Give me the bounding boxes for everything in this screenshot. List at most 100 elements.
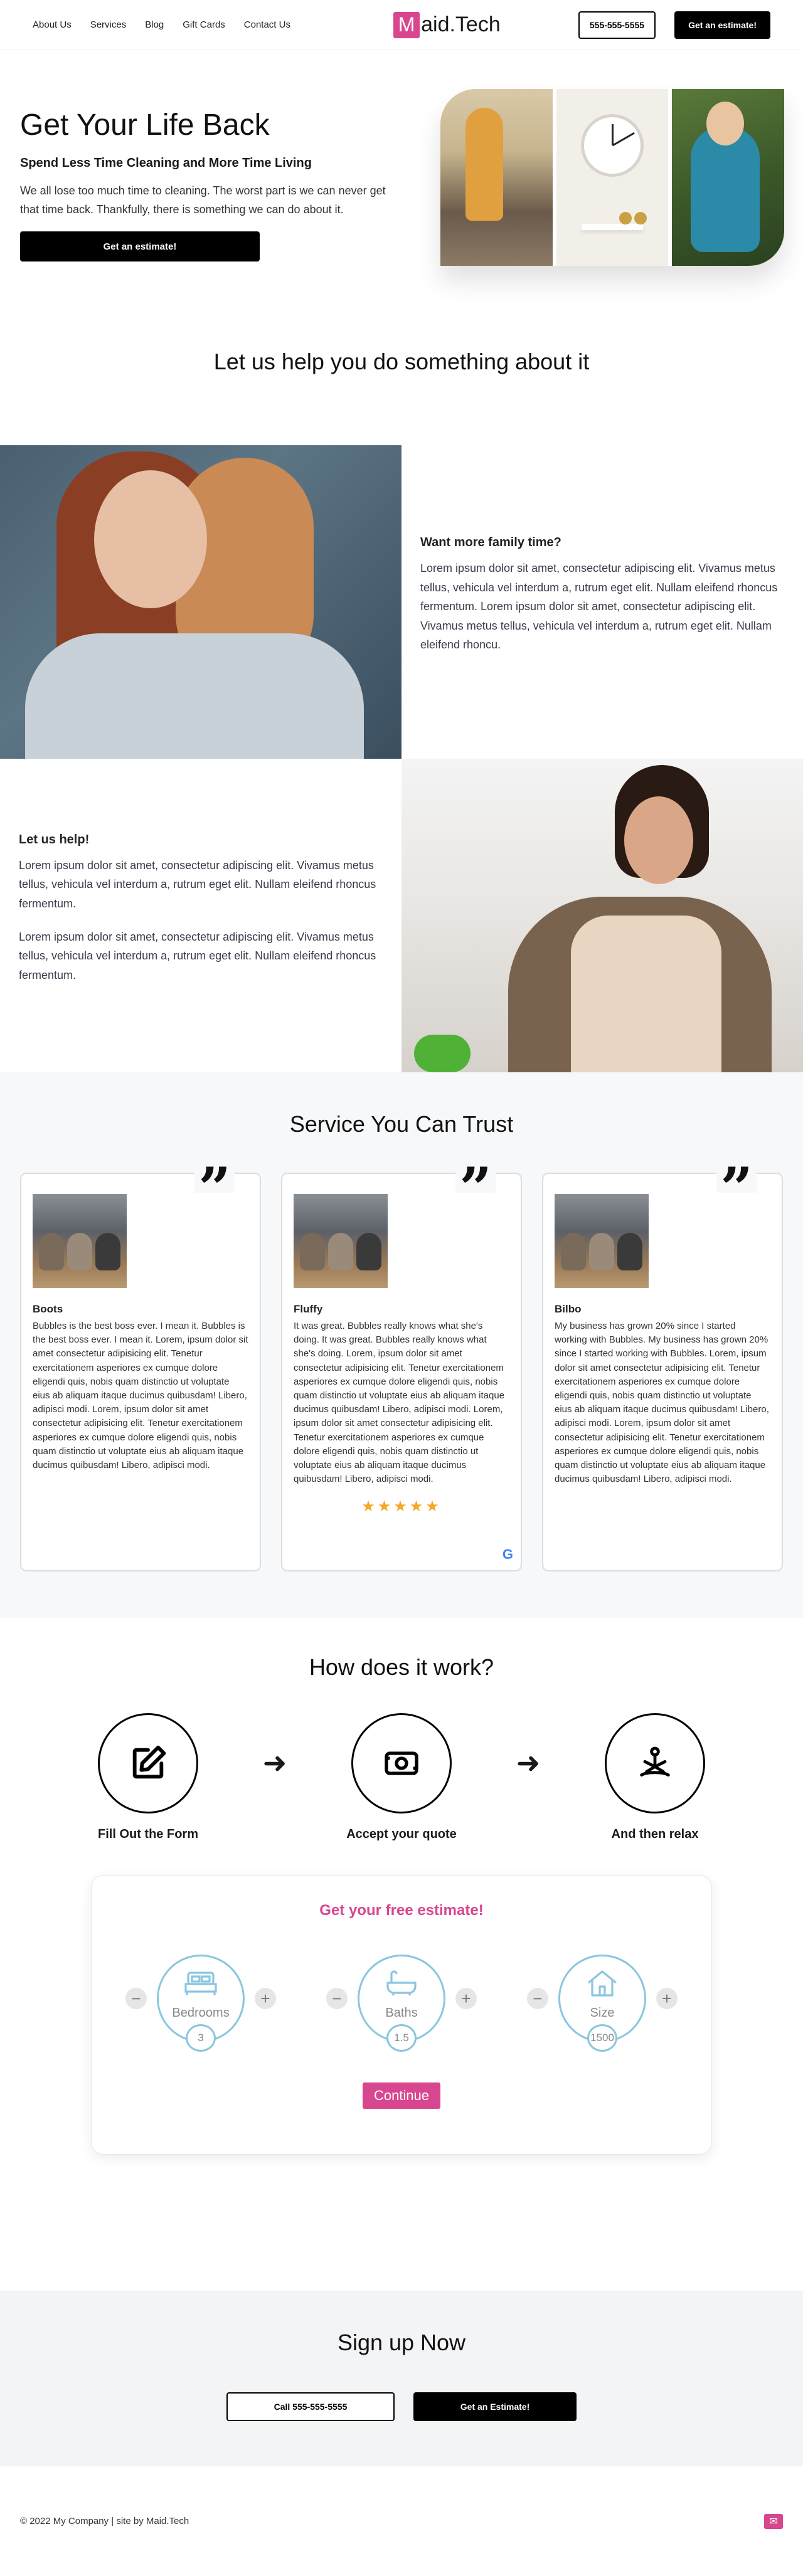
reviewer-name: Boots [33, 1303, 63, 1315]
hero-section: Get Your Life Back Spend Less Time Clean… [0, 50, 803, 301]
help-heading: Let us help! [19, 832, 90, 847]
mail-icon[interactable]: ✉ [764, 2513, 783, 2529]
testimonials-title: Service You Can Trust [289, 1111, 514, 1137]
star-rating: ★★★★★ [361, 1498, 442, 1516]
cat [328, 1233, 353, 1270]
person-shape [465, 108, 503, 221]
estimate-title: Get your free estimate! [319, 1902, 484, 1919]
baths-dial: Baths 1.5 [358, 1955, 445, 2052]
let-us-help-row: Let us help! Lorem ipsum dolor sit amet,… [0, 759, 803, 1072]
quote-icon: ” [716, 1160, 757, 1217]
estimate-card: Get your free estimate! − Bedrooms 3 + − [91, 1875, 712, 2155]
family-time-row: Want more family time? Lorem ipsum dolor… [0, 445, 803, 759]
signup-buttons: Call 555-555-5555 Get an Estimate! [0, 2392, 803, 2421]
clock-minute-hand [612, 132, 635, 147]
cleaning-woman-image [402, 759, 803, 1072]
bedrooms-minus-button[interactable]: − [125, 1988, 147, 2009]
cat [356, 1233, 381, 1270]
cat [300, 1233, 325, 1270]
how-it-works-section: How does it work? Fill Out the Form ➜ Ac… [0, 1618, 803, 1875]
step-accept-quote: Accept your quote [307, 1713, 496, 1842]
arrow-right-icon: ➜ [516, 1746, 541, 1779]
estimate-section: Get your free estimate! − Bedrooms 3 + − [0, 1875, 803, 2291]
size-dial: Size 1500 [558, 1955, 646, 2052]
step-label: Fill Out the Form [98, 1827, 198, 1841]
baths-plus-button[interactable]: + [455, 1988, 477, 2009]
woman-sweeping-image [440, 89, 553, 266]
size-label: Size [590, 2006, 615, 2020]
bedrooms-label: Bedrooms [172, 2006, 230, 2020]
hero-content: Get Your Life Back Spend Less Time Clean… [20, 108, 409, 262]
clock-icon [581, 114, 644, 177]
testimonial-card: ” Bilbo My business has grown 20% since … [542, 1160, 783, 1571]
cat [95, 1233, 120, 1270]
reviewer-name: Bilbo [555, 1303, 582, 1315]
family-heading: Want more family time? [420, 536, 561, 550]
logo-mark: M [393, 11, 420, 38]
signup-estimate-button[interactable]: Get an Estimate! [413, 2392, 577, 2421]
size-value[interactable]: 1500 [587, 2024, 617, 2052]
footer-copyright: © 2022 My Company | site by Maid.Tech [20, 2516, 189, 2526]
nav-services[interactable]: Services [90, 19, 127, 30]
help-title-section: Let us help you do something about it [0, 301, 803, 445]
bedrooms-dial: Bedrooms 3 [157, 1955, 245, 2052]
reviewer-name: Fluffy [294, 1303, 323, 1315]
bed-icon [184, 1969, 217, 2002]
edit-icon [98, 1713, 198, 1813]
nav-blog[interactable]: Blog [145, 19, 164, 30]
main-nav: About Us Services Blog Gift Cards Contac… [33, 19, 290, 30]
header-actions: 555-555-5555 Get an estimate! [578, 11, 770, 39]
baths-value[interactable]: 1.5 [386, 2024, 417, 2052]
hero-text: We all lose too much time to cleaning. T… [20, 184, 386, 216]
header-estimate-button[interactable]: Get an estimate! [674, 11, 770, 39]
fruit [619, 212, 632, 224]
review-text: My business has grown 20% since I starte… [555, 1321, 769, 1485]
quote-icon: ” [455, 1160, 496, 1217]
size-minus-button[interactable]: − [527, 1988, 548, 2009]
bedrooms-plus-button[interactable]: + [255, 1988, 276, 2009]
continue-button[interactable]: Continue [362, 2082, 441, 2109]
nav-about-us[interactable]: About Us [33, 19, 72, 30]
house-icon [586, 1969, 619, 2002]
baths-minus-button[interactable]: − [326, 1988, 348, 2009]
money-icon [351, 1713, 452, 1813]
size-stepper: − Size 1500 + [527, 1955, 678, 2052]
bedrooms-value[interactable]: 3 [186, 2024, 216, 2052]
wall-clock-image [556, 89, 669, 266]
signup-section: Sign up Now Call 555-555-5555 Get an Est… [0, 2291, 803, 2466]
girl-body [691, 127, 760, 252]
cats-image [33, 1194, 127, 1288]
step-fill-form: Fill Out the Form [54, 1713, 242, 1842]
review-text: Bubbles is the best boss ever. I mean it… [33, 1321, 248, 1470]
step-relax: And then relax [561, 1713, 749, 1842]
hero-estimate-button[interactable]: Get an estimate! [20, 231, 260, 262]
site-logo[interactable]: M aid.Tech [393, 11, 501, 38]
maid-apron [571, 916, 721, 1072]
girl-head [706, 102, 745, 145]
cat [589, 1233, 614, 1270]
baths-label: Baths [385, 2006, 418, 2020]
estimate-dials: − Bedrooms 3 + − Baths 1.5 + − Size 1500… [92, 1955, 711, 2052]
nav-contact-us[interactable]: Contact Us [244, 19, 290, 30]
call-button[interactable]: Call 555-555-5555 [226, 2392, 395, 2421]
mother-daughter-image [0, 445, 402, 759]
testimonial-card: ” Fluffy It was great. Bubbles really kn… [281, 1160, 522, 1571]
size-plus-button[interactable]: + [656, 1988, 678, 2009]
phone-button[interactable]: 555-555-5555 [578, 11, 656, 39]
testimonial-cards: ” Boots Bubbles is the best boss ever. I… [0, 1160, 803, 1571]
fruit [634, 212, 647, 224]
nav-gift-cards[interactable]: Gift Cards [183, 19, 225, 30]
site-header: About Us Services Blog Gift Cards Contac… [0, 0, 803, 50]
girl-sitting-image [672, 89, 784, 266]
cat [617, 1233, 642, 1270]
step-label: Accept your quote [346, 1827, 457, 1841]
quote-icon: ” [194, 1160, 235, 1217]
arrow-right-icon: ➜ [262, 1746, 287, 1779]
family-time-text: Want more family time? Lorem ipsum dolor… [402, 445, 803, 759]
family-paragraph: Lorem ipsum dolor sit amet, consectetur … [420, 562, 778, 652]
signup-title: Sign up Now [337, 2330, 466, 2355]
google-icon[interactable]: G [503, 1546, 513, 1563]
testimonials-section: Service You Can Trust ” Boots Bubbles is… [0, 1072, 803, 1618]
cat [67, 1233, 92, 1270]
testimonial-card: ” Boots Bubbles is the best boss ever. I… [20, 1160, 261, 1571]
